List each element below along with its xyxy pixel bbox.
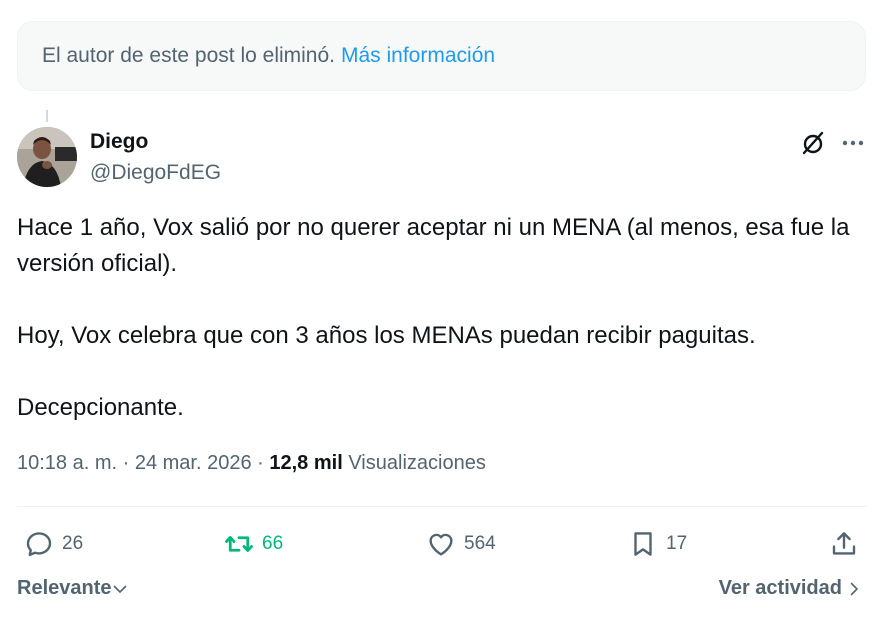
view-activity-label: Ver actividad: [718, 577, 842, 599]
tweet-paragraph: Decepcionante.: [17, 394, 184, 421]
tweet-metadata: 10:18 a. m. · 24 mar. 2026 · 12,8 mil Vi…: [17, 452, 486, 475]
more-options-icon[interactable]: [840, 130, 866, 156]
repost-count: 66: [262, 533, 284, 554]
bookmark-count: 17: [666, 533, 688, 554]
tweet-time[interactable]: 10:18 a. m.: [17, 452, 117, 474]
grok-icon[interactable]: [800, 130, 826, 156]
heart-icon: [429, 533, 453, 556]
meta-separator: ·: [251, 452, 270, 474]
deleted-post-notice: El autor de este post lo eliminó. Más in…: [17, 21, 866, 91]
avatar-photo: [17, 127, 77, 187]
bookmark-button[interactable]: 17: [628, 528, 687, 560]
sort-replies-dropdown[interactable]: Relevante: [17, 577, 128, 600]
repost-button[interactable]: 66: [224, 528, 283, 560]
bookmark-icon: [634, 532, 652, 556]
deleted-notice-text: El autor de este post lo eliminó.: [42, 44, 335, 67]
like-count: 564: [464, 533, 496, 554]
author-name[interactable]: Diego: [90, 130, 148, 154]
tweet-date[interactable]: 24 mar. 2026: [135, 452, 252, 474]
reply-icon: [26, 532, 52, 557]
avatar[interactable]: [17, 127, 77, 187]
views-label: Visualizaciones: [348, 452, 486, 474]
tweet-paragraph: Hace 1 año, Vox salió por no querer acep…: [17, 214, 850, 277]
reply-button[interactable]: 26: [24, 528, 83, 560]
thread-connector-line: [46, 110, 48, 122]
more-info-link[interactable]: Más información: [341, 44, 495, 68]
tweet-paragraph: Hoy, Vox celebra que con 3 años los MENA…: [17, 322, 756, 349]
repost-icon: [225, 536, 253, 552]
chevron-right-icon: [850, 582, 858, 595]
share-button[interactable]: [829, 528, 859, 560]
view-activity-link[interactable]: Ver actividad: [719, 577, 862, 600]
tweet-text: Hace 1 año, Vox salió por no querer acep…: [17, 210, 867, 426]
divider: [17, 506, 867, 507]
reply-count: 26: [62, 533, 84, 554]
sort-label: Relevante: [17, 577, 112, 599]
share-icon: [832, 532, 856, 555]
views-count: 12,8 mil: [269, 452, 343, 474]
meta-separator: ·: [117, 452, 135, 474]
like-button[interactable]: 564: [426, 528, 496, 560]
author-handle[interactable]: @DiegoFdEG: [90, 161, 221, 185]
chevron-down-icon: [113, 585, 126, 593]
